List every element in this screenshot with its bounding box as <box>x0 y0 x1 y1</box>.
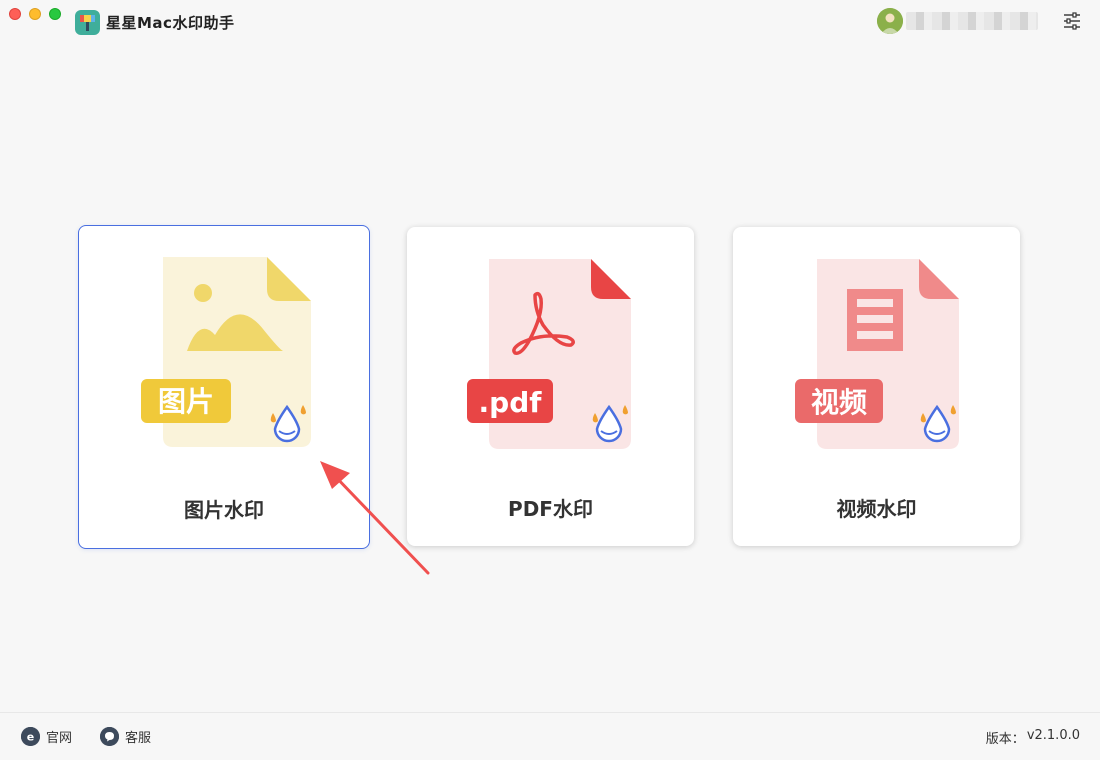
username-blurred <box>906 12 1038 30</box>
title-bar: 星星Mac水印助手 <box>0 0 1100 44</box>
footer-bar: e 官网 客服 版本： v2.1.0.0 <box>0 712 1100 760</box>
video-badge-text: 视频 <box>811 386 867 419</box>
official-site-icon: e <box>21 727 40 746</box>
user-avatar-icon[interactable] <box>877 8 903 34</box>
version-value: v2.1.0.0 <box>1026 728 1080 743</box>
version-label: 版本： <box>985 732 1025 747</box>
image-file-icon: 图片 <box>141 257 311 447</box>
customer-service-link[interactable]: 客服 <box>100 727 151 746</box>
video-file-icon: 视频 <box>795 259 959 449</box>
video-watermark-label: 视频水印 <box>836 497 917 521</box>
pdf-badge-text: .pdf <box>479 386 543 419</box>
window-minimize-button[interactable] <box>29 8 41 20</box>
pdf-file-icon: .pdf <box>467 259 631 449</box>
pdf-watermark-card[interactable]: .pdf PDF水印 <box>407 227 694 546</box>
image-watermark-card[interactable]: 图片 图片水印 <box>78 225 370 549</box>
video-watermark-card[interactable]: 视频 视频水印 <box>733 227 1020 546</box>
official-site-link[interactable]: e 官网 <box>21 727 72 746</box>
svg-text:e: e <box>27 731 34 744</box>
official-site-label: 官网 <box>46 731 73 746</box>
app-logo-icon <box>75 10 100 35</box>
chat-bubble-icon <box>100 727 119 746</box>
pdf-watermark-label: PDF水印 <box>508 497 593 521</box>
version-info: 版本： v2.1.0.0 <box>986 728 1080 747</box>
window-maximize-button[interactable] <box>49 8 61 20</box>
settings-sliders-icon[interactable] <box>1062 11 1082 31</box>
window-close-button[interactable] <box>9 8 21 20</box>
image-badge-text: 图片 <box>158 385 214 418</box>
image-watermark-label: 图片水印 <box>184 498 264 522</box>
app-title: 星星Mac水印助手 <box>106 14 235 32</box>
customer-service-label: 客服 <box>125 731 152 746</box>
